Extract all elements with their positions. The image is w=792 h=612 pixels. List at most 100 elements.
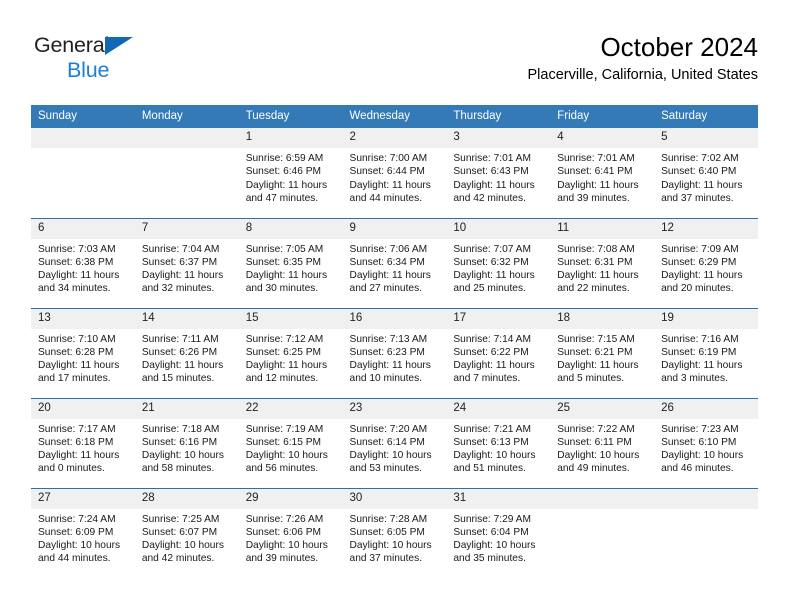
- sunrise-text: Sunrise: 7:15 AM: [557, 333, 635, 345]
- calendar-day-cell[interactable]: 28 Sunrise: 7:25 AM Sunset: 6:07 PM Dayligh…: [134, 487, 239, 578]
- daylight-text-line1: Daylight: 10 hours: [349, 540, 432, 552]
- daylight-text-line2: and 47 minutes.: [245, 192, 319, 204]
- sunset-text: Sunset: 6:37 PM: [141, 256, 218, 268]
- calendar-day-cell[interactable]: 12 Sunrise: 7:09 AM Sunset: 6:29 PM Dayligh…: [654, 217, 758, 308]
- day-details: Sunrise: 6:59 AM Sunset: 6:46 PM Daylight:…: [239, 148, 343, 205]
- day-number: [550, 488, 655, 509]
- day-details: Sunrise: 7:09 AM Sunset: 6:29 PM Daylight:…: [654, 239, 758, 296]
- sunset-text: Sunset: 6:16 PM: [141, 436, 218, 448]
- calendar-day-cell-empty: [550, 487, 655, 578]
- calendar-day-cell[interactable]: 8 Sunrise: 7:05 AM Sunset: 6:35 PM Daylight…: [238, 217, 343, 308]
- sunset-text: Sunset: 6:23 PM: [349, 346, 425, 358]
- day-number: 26: [654, 398, 758, 419]
- sunrise-text: Sunrise: 7:06 AM: [349, 243, 428, 255]
- day-details: Sunrise: 7:23 AM Sunset: 6:10 PM Daylight:…: [654, 419, 758, 476]
- day-details: Sunrise: 7:04 AM Sunset: 6:37 PM Daylight:…: [135, 239, 239, 296]
- day-number: 31: [446, 488, 551, 509]
- daylight-text-line2: and 15 minutes.: [141, 373, 215, 385]
- sunrise-text: Sunrise: 7:19 AM: [245, 423, 324, 435]
- calendar-week-row: 1 Sunrise: 6:59 AM Sunset: 6:46 PM Daylight…: [31, 128, 758, 218]
- daylight-text-line1: Daylight: 11 hours: [349, 270, 431, 282]
- day-number: 14: [134, 308, 239, 329]
- day-number: 6: [31, 218, 135, 239]
- sunset-text: Sunset: 6:10 PM: [661, 436, 737, 448]
- calendar-day-cell[interactable]: 4 Sunrise: 7:01 AM Sunset: 6:41 PM Daylight…: [550, 128, 655, 218]
- calendar-day-cell[interactable]: 5 Sunrise: 7:02 AM Sunset: 6:40 PM Daylight…: [654, 128, 758, 218]
- day-number: 9: [342, 218, 447, 239]
- day-number: 4: [550, 128, 655, 148]
- daylight-text-line1: Daylight: 11 hours: [453, 270, 535, 282]
- daylight-text-line2: and 44 minutes.: [349, 192, 423, 204]
- day-details: Sunrise: 7:01 AM Sunset: 6:43 PM Daylight:…: [446, 148, 550, 205]
- sunrise-text: Sunrise: 7:03 AM: [38, 243, 116, 255]
- sunrise-text: Sunrise: 7:11 AM: [141, 333, 219, 345]
- title-block: October 2024 Placerville, California, Un…: [528, 30, 759, 86]
- sunrise-text: Sunrise: 7:04 AM: [141, 243, 220, 255]
- calendar-day-cell[interactable]: 17 Sunrise: 7:14 AM Sunset: 6:22 PM Dayligh…: [446, 307, 551, 398]
- day-number: 2: [342, 128, 447, 148]
- calendar-day-cell[interactable]: 26 Sunrise: 7:23 AM Sunset: 6:10 PM Dayligh…: [654, 397, 758, 488]
- day-details: Sunrise: 7:08 AM Sunset: 6:31 PM Daylight:…: [550, 239, 654, 296]
- brand-logo[interactable]: General Blue: [34, 33, 264, 91]
- sunset-text: Sunset: 6:21 PM: [557, 346, 633, 358]
- weekday-header-sunday: Sunday: [31, 105, 135, 128]
- daylight-text-line1: Daylight: 11 hours: [141, 270, 224, 282]
- calendar-day-cell[interactable]: 21 Sunrise: 7:18 AM Sunset: 6:16 PM Dayligh…: [134, 397, 239, 488]
- sunrise-text: Sunrise: 7:02 AM: [661, 153, 739, 164]
- daylight-text-line2: and 25 minutes.: [453, 283, 526, 295]
- daylight-text-line1: Daylight: 11 hours: [245, 179, 328, 191]
- calendar-day-cell[interactable]: 22 Sunrise: 7:19 AM Sunset: 6:15 PM Dayligh…: [238, 397, 343, 488]
- sunrise-text: Sunrise: 7:01 AM: [557, 153, 635, 164]
- calendar-day-cell[interactable]: 29 Sunrise: 7:26 AM Sunset: 6:06 PM Dayligh…: [238, 487, 343, 578]
- calendar-day-cell[interactable]: 6 Sunrise: 7:03 AM Sunset: 6:38 PM Daylight…: [31, 217, 135, 308]
- calendar-day-cell[interactable]: 23 Sunrise: 7:20 AM Sunset: 6:14 PM Dayligh…: [342, 397, 447, 488]
- calendar-week-row: 20 Sunrise: 7:17 AM Sunset: 6:18 PM Dayligh…: [31, 397, 758, 488]
- day-details: Sunrise: 7:10 AM Sunset: 6:28 PM Daylight:…: [31, 329, 135, 386]
- calendar-day-cell[interactable]: 30 Sunrise: 7:28 AM Sunset: 6:05 PM Dayligh…: [342, 487, 447, 578]
- day-details: Sunrise: 7:22 AM Sunset: 6:11 PM Daylight:…: [550, 419, 654, 476]
- calendar-day-cell[interactable]: 1 Sunrise: 6:59 AM Sunset: 6:46 PM Daylight…: [238, 128, 343, 218]
- daylight-text-line1: Daylight: 10 hours: [245, 540, 328, 552]
- calendar-day-cell[interactable]: 15 Sunrise: 7:12 AM Sunset: 6:25 PM Dayligh…: [238, 307, 343, 398]
- day-number: 24: [446, 398, 551, 419]
- calendar-day-cell[interactable]: 20 Sunrise: 7:17 AM Sunset: 6:18 PM Dayligh…: [31, 397, 135, 488]
- calendar-day-cell[interactable]: 9 Sunrise: 7:06 AM Sunset: 6:34 PM Daylight…: [342, 217, 447, 308]
- calendar-day-cell[interactable]: 3 Sunrise: 7:01 AM Sunset: 6:43 PM Daylight…: [446, 128, 551, 218]
- sunrise-text: Sunrise: 7:10 AM: [38, 333, 116, 345]
- page-title: October 2024: [600, 32, 758, 62]
- sunrise-text: Sunrise: 7:14 AM: [453, 333, 531, 345]
- daylight-text-line2: and 56 minutes.: [245, 463, 319, 475]
- day-details: Sunrise: 7:16 AM Sunset: 6:19 PM Daylight:…: [654, 329, 758, 386]
- day-number: 16: [342, 308, 447, 329]
- calendar-day-cell[interactable]: 31 Sunrise: 7:29 AM Sunset: 6:04 PM Dayligh…: [446, 487, 551, 578]
- daylight-text-line1: Daylight: 11 hours: [453, 360, 535, 372]
- day-number: 11: [550, 218, 655, 239]
- calendar-day-cell[interactable]: 27 Sunrise: 7:24 AM Sunset: 6:09 PM Dayligh…: [31, 487, 135, 578]
- day-number: 3: [446, 128, 551, 148]
- page-subtitle: Placerville, California, United States: [527, 67, 759, 83]
- daylight-text-line2: and 30 minutes.: [245, 283, 319, 295]
- calendar-day-cell[interactable]: 7 Sunrise: 7:04 AM Sunset: 6:37 PM Daylight…: [134, 217, 239, 308]
- calendar-day-cell[interactable]: 19 Sunrise: 7:16 AM Sunset: 6:19 PM Dayligh…: [654, 307, 758, 398]
- calendar-day-cell[interactable]: 2 Sunrise: 7:00 AM Sunset: 6:44 PM Daylight…: [342, 128, 447, 218]
- sunrise-text: Sunrise: 7:08 AM: [557, 243, 635, 255]
- daylight-text-line2: and 35 minutes.: [453, 553, 526, 565]
- daylight-text-line2: and 7 minutes.: [453, 373, 521, 385]
- calendar-day-cell[interactable]: 24 Sunrise: 7:21 AM Sunset: 6:13 PM Dayligh…: [446, 397, 551, 488]
- sunrise-text: Sunrise: 7:13 AM: [349, 333, 428, 345]
- sunset-text: Sunset: 6:40 PM: [661, 166, 737, 178]
- calendar-day-cell[interactable]: 10 Sunrise: 7:07 AM Sunset: 6:32 PM Dayligh…: [446, 217, 551, 308]
- sunset-text: Sunset: 6:26 PM: [141, 346, 218, 358]
- day-number: 28: [134, 488, 239, 509]
- day-details: Sunrise: 7:25 AM Sunset: 6:07 PM Daylight:…: [135, 509, 239, 566]
- calendar-day-cell[interactable]: 11 Sunrise: 7:08 AM Sunset: 6:31 PM Dayligh…: [550, 217, 655, 308]
- day-number: 8: [238, 218, 343, 239]
- calendar-day-cell[interactable]: 14 Sunrise: 7:11 AM Sunset: 6:26 PM Dayligh…: [134, 307, 239, 398]
- sunrise-text: Sunrise: 7:07 AM: [453, 243, 531, 255]
- calendar-day-cell[interactable]: 13 Sunrise: 7:10 AM Sunset: 6:28 PM Dayligh…: [31, 307, 135, 398]
- calendar-day-cell[interactable]: 16 Sunrise: 7:13 AM Sunset: 6:23 PM Dayligh…: [342, 307, 447, 398]
- calendar-day-cell[interactable]: 18 Sunrise: 7:15 AM Sunset: 6:21 PM Dayligh…: [550, 307, 655, 398]
- calendar-day-cell[interactable]: 25 Sunrise: 7:22 AM Sunset: 6:11 PM Dayligh…: [550, 397, 655, 488]
- daylight-text-line2: and 37 minutes.: [661, 192, 734, 204]
- day-number: 21: [134, 398, 239, 419]
